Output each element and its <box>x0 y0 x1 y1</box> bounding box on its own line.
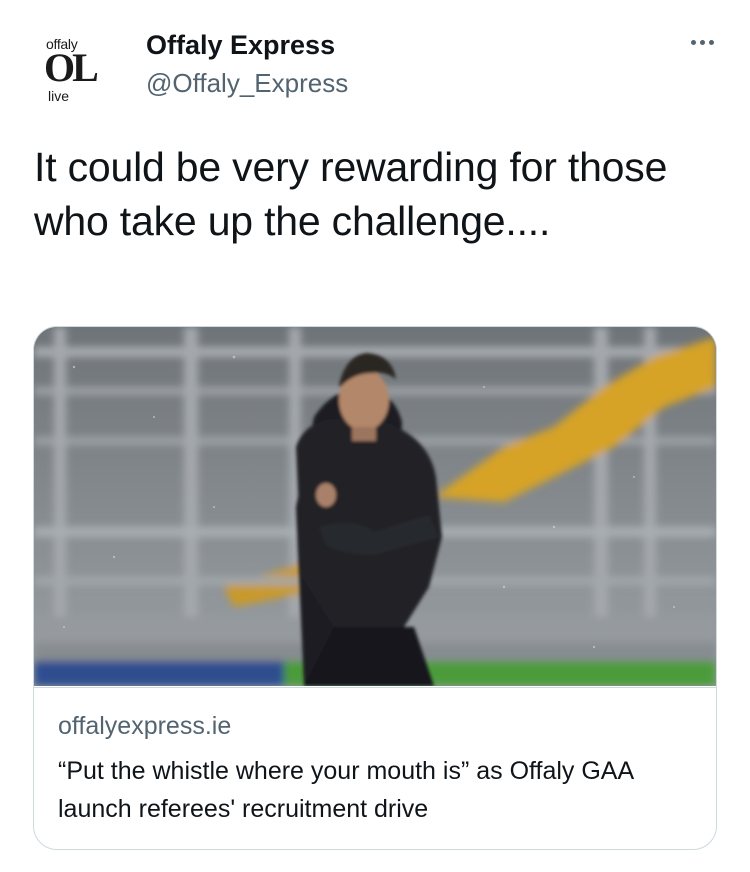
account-name[interactable]: Offaly Express <box>146 30 335 61</box>
card-domain: offalyexpress.ie <box>58 712 232 740</box>
tweet-text: It could be very rewarding for those who… <box>34 144 668 244</box>
avatar[interactable]: offaly OL live <box>34 30 120 110</box>
account-handle[interactable]: @Offaly_Express <box>146 68 348 99</box>
card-meta: offalyexpress.ie “Put the whistle where … <box>34 687 716 849</box>
avatar-logo-bottom-text: live <box>48 88 70 104</box>
tweet: offaly OL live Offaly Express @Offaly_Ex… <box>0 0 750 872</box>
more-horizontal-icon-dot-3 <box>708 39 714 45</box>
more-horizontal-icon <box>690 39 696 45</box>
card-title: “Put the whistle where your mouth is” as… <box>58 757 633 823</box>
avatar-logo-mark: OL <box>44 45 99 90</box>
referee-photo <box>34 327 716 686</box>
link-card[interactable]: offalyexpress.ie “Put the whistle where … <box>33 326 717 850</box>
more-horizontal-icon-dot-2 <box>699 39 705 45</box>
more-options-button[interactable] <box>684 26 720 58</box>
card-image <box>34 327 716 686</box>
